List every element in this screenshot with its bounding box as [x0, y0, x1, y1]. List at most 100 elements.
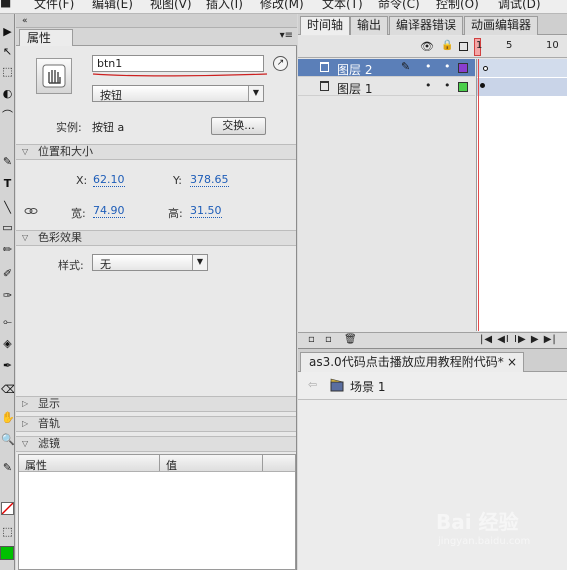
visibility-dot[interactable]: •	[425, 60, 432, 73]
y-label: Y:	[173, 174, 182, 187]
menu-item-modify[interactable]: 修改(M)	[260, 0, 304, 12]
edit-symbol-icon[interactable]: ↗	[273, 56, 288, 71]
x-value[interactable]: 62.10	[93, 174, 125, 187]
baidu-watermark: Bai 经验 jingyan.baidu.com	[436, 506, 556, 556]
pen-tool-icon[interactable]: ✎	[1, 154, 14, 170]
eraser-tool-icon[interactable]: ⌫	[1, 382, 14, 398]
lock-icon[interactable]: 🔒	[441, 40, 453, 51]
instance-name-input[interactable]: btn1	[92, 55, 264, 72]
style-label: 样式:	[58, 259, 84, 272]
watermark-brand: Bai 经验	[436, 510, 519, 534]
swap-button[interactable]: 交换...	[211, 117, 266, 135]
stroke-color-icon[interactable]: ✎	[1, 460, 14, 476]
lock-dot[interactable]: •	[444, 60, 451, 73]
frame-row[interactable]	[477, 59, 567, 77]
section-filters[interactable]: ▽ 滤镜	[16, 436, 296, 452]
scene-bar: ⇦ 场景 1	[298, 372, 567, 400]
zoom-tool-icon[interactable]: 🔍	[1, 432, 14, 448]
filter-col-property[interactable]: 属性	[25, 457, 47, 473]
height-value[interactable]: 31.50	[190, 205, 222, 218]
chevron-right-icon: ▷	[22, 399, 29, 408]
empty-keyframe-dot[interactable]	[483, 66, 488, 71]
layer-name[interactable]: 图层 2	[337, 61, 372, 78]
panel-menu-icon[interactable]: ▾≡	[280, 30, 293, 41]
tab-compiler-errors[interactable]: 编译器错误	[389, 16, 464, 35]
frame-row[interactable]	[477, 78, 567, 96]
section-position-size-label: 位置和大小	[38, 145, 93, 158]
playback-controls[interactable]: |◀ ◀I I▶ ▶ ▶|	[480, 334, 557, 345]
menu-item-view[interactable]: 视图(V)	[150, 0, 192, 12]
hand-tool-icon[interactable]: ✋	[1, 410, 14, 426]
color-style-select[interactable]: 无 ▼	[92, 254, 208, 271]
text-tool-icon[interactable]: T	[1, 176, 14, 192]
selection-tool-icon[interactable]: ▶	[1, 24, 14, 40]
width-value[interactable]: 74.90	[93, 205, 125, 218]
back-arrow-icon[interactable]: ⇦	[308, 378, 317, 391]
rectangle-tool-icon[interactable]: ▭	[1, 220, 14, 236]
color-style-value: 无	[100, 258, 111, 271]
fill-swatch[interactable]	[0, 546, 14, 560]
filter-col-value[interactable]: 值	[166, 457, 177, 473]
link-proportions-icon[interactable]	[24, 206, 38, 216]
properties-tab-bar: 属性 ▾≡	[16, 28, 297, 46]
symbol-type-select[interactable]: 按钮 ▼	[92, 85, 264, 102]
layer-row[interactable]: 图层 1 • •	[298, 78, 475, 96]
eyedropper-tool-icon[interactable]: ✒	[1, 358, 14, 374]
lasso-tool-icon[interactable]: ⌒	[1, 108, 14, 124]
menu-item-text[interactable]: 文本(T)	[322, 0, 363, 12]
menu-item-file[interactable]: 文件(F)	[34, 0, 74, 12]
visibility-dot[interactable]: •	[425, 79, 432, 92]
menu-item-edit[interactable]: 编辑(E)	[92, 0, 133, 12]
layer-name[interactable]: 图层 1	[337, 80, 372, 97]
lock-dot[interactable]: •	[444, 79, 451, 92]
layer-outline-color[interactable]	[458, 63, 468, 73]
new-folder-icon[interactable]: ▫	[325, 334, 332, 345]
menu-item-debug[interactable]: 调试(D)	[498, 0, 541, 12]
section-sound-label: 音轨	[38, 417, 60, 430]
section-display[interactable]: ▷ 显示	[16, 396, 296, 412]
3d-rotation-tool-icon[interactable]: ◐	[1, 86, 14, 102]
section-color-effect[interactable]: ▽ 色彩效果	[16, 230, 296, 246]
menu-item-control[interactable]: 控制(O)	[436, 0, 479, 12]
height-label: 高:	[168, 207, 183, 220]
fill-color-icon[interactable]: ⬚	[1, 524, 14, 540]
document-tab[interactable]: as3.0代码点击播放应用教程附代码* ×	[300, 352, 524, 373]
eye-icon[interactable]: 👁	[420, 40, 434, 53]
line-tool-icon[interactable]: ╲	[1, 200, 14, 216]
paint-bucket-tool-icon[interactable]: ◈	[1, 336, 14, 352]
tab-motion-editor[interactable]: 动画编辑器	[464, 16, 539, 35]
layer-row[interactable]: 图层 2 ✎ • •	[298, 59, 475, 77]
chevron-down-icon: ▽	[22, 147, 29, 156]
scene-name[interactable]: 场景 1	[350, 378, 385, 395]
frame-number-1: 1	[476, 40, 483, 51]
stroke-swatch[interactable]	[1, 502, 14, 515]
brush-tool-icon[interactable]: ✐	[1, 266, 14, 282]
free-transform-tool-icon[interactable]: ⬚	[1, 64, 14, 80]
deco-tool-icon[interactable]: ✑	[1, 288, 14, 304]
subselection-tool-icon[interactable]: ↖	[1, 44, 14, 60]
menu-item-commands[interactable]: 命令(C)	[378, 0, 420, 12]
menu-item-insert[interactable]: 插入(I)	[206, 0, 243, 12]
panel-collapse-grip[interactable]: «	[16, 14, 297, 28]
close-icon[interactable]: ×	[507, 353, 517, 372]
watermark-url: jingyan.baidu.com	[438, 536, 531, 547]
section-color-effect-label: 色彩效果	[38, 231, 82, 244]
pencil-tool-icon[interactable]: ✏	[1, 242, 14, 258]
tab-timeline[interactable]: 时间轴	[300, 16, 351, 35]
frames-area[interactable]	[476, 59, 567, 331]
section-sound[interactable]: ▷ 音轨	[16, 416, 296, 432]
menu-item-edge[interactable]: ■	[0, 0, 11, 9]
tab-properties[interactable]: 属性	[19, 29, 73, 46]
outline-icon[interactable]	[459, 42, 468, 51]
section-position-size[interactable]: ▽ 位置和大小	[16, 144, 296, 160]
delete-layer-icon[interactable]: 🗑	[344, 334, 357, 345]
chevron-down-icon: ▽	[22, 439, 29, 448]
keyframe-dot[interactable]	[480, 83, 485, 88]
bone-tool-icon[interactable]: ⟜	[1, 314, 14, 330]
layer-outline-color[interactable]	[458, 82, 468, 92]
chevron-down-icon: ▼	[248, 86, 263, 101]
y-value[interactable]: 378.65	[190, 174, 229, 187]
timeline-tab-bar: 时间轴 输出 编译器错误 动画编辑器	[298, 14, 567, 35]
tab-output[interactable]: 输出	[350, 16, 389, 35]
new-layer-icon[interactable]: ▫	[308, 334, 315, 345]
